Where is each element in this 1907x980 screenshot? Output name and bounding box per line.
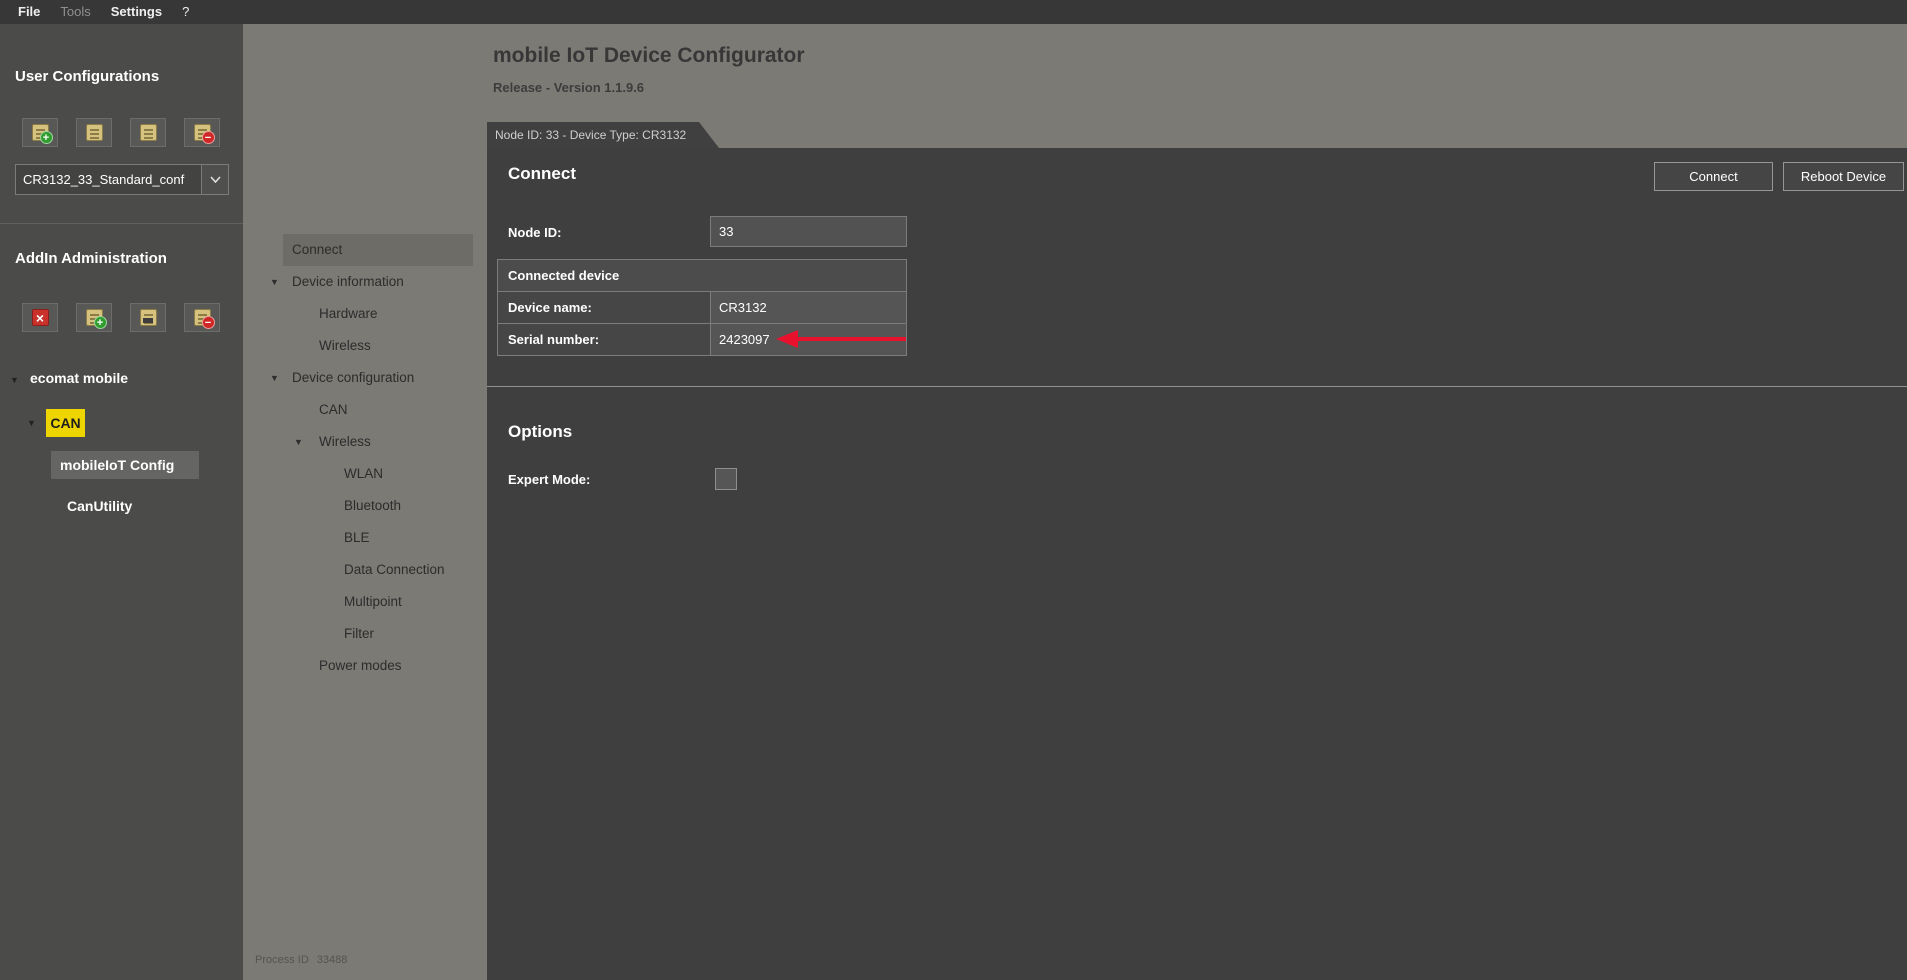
device-name-row: Device name: CR3132 (498, 291, 906, 323)
tree-item-mobileiot-config[interactable]: mobileIoT Config (51, 451, 199, 479)
options-section-title: Options (508, 422, 572, 442)
nav-item-connect[interactable]: Connect (243, 234, 487, 266)
expert-mode-checkbox[interactable] (715, 468, 737, 490)
ecomat-expander-icon[interactable]: ▼ (10, 375, 19, 385)
menu-help[interactable]: ? (172, 0, 199, 24)
close-icon (32, 309, 49, 326)
addin-add-icon (86, 309, 103, 326)
dropdown-chevron-button[interactable] (201, 165, 228, 194)
device-name-value: CR3132 (711, 292, 906, 323)
nav-item-power-modes[interactable]: Power modes (243, 650, 487, 682)
delete-configuration-button[interactable] (184, 118, 220, 147)
config-add-icon (32, 124, 49, 141)
content-area: Connect ▼ Device information Hardware Wi… (243, 24, 1907, 980)
connected-device-group: Connected device Device name: CR3132 Ser… (497, 259, 907, 356)
node-id-input[interactable] (710, 216, 907, 247)
sidebar-divider (0, 223, 243, 224)
addin-card-icon (140, 309, 157, 326)
process-id: Process ID 33488 (255, 954, 355, 966)
nav-item-wlan[interactable]: WLAN (243, 458, 487, 490)
process-id-value: 33488 (317, 954, 348, 966)
can-expander-icon[interactable]: ▼ (27, 418, 36, 428)
add-addin-button[interactable] (76, 303, 112, 332)
nav-item-hardware[interactable]: Hardware (243, 298, 487, 330)
nav-item-wireless-info[interactable]: Wireless (243, 330, 487, 362)
addin-administration-heading: AddIn Administration (15, 250, 167, 267)
user-configurations-heading: User Configurations (15, 68, 159, 85)
reboot-device-button[interactable]: Reboot Device (1783, 162, 1904, 191)
nav-item-device-information[interactable]: ▼ Device information (243, 266, 487, 298)
device-tab[interactable]: Node ID: 33 - Device Type: CR3132 (487, 122, 719, 148)
menu-file[interactable]: File (8, 0, 50, 24)
node-id-label: Node ID: (508, 225, 561, 240)
addin-license-button[interactable] (130, 303, 166, 332)
config-delete-icon (194, 124, 211, 141)
main-panel: Connect Connect Reboot Device Node ID: C… (487, 148, 1907, 980)
section-divider (487, 386, 1907, 387)
nav-item-filter[interactable]: Filter (243, 618, 487, 650)
nav-item-data-connection[interactable]: Data Connection (243, 554, 487, 586)
nav-item-bluetooth[interactable]: Bluetooth (243, 490, 487, 522)
tree-item-canutility[interactable]: CanUtility (67, 498, 132, 514)
remove-addin-button[interactable] (184, 303, 220, 332)
nav-item-device-configuration[interactable]: ▼ Device configuration (243, 362, 487, 394)
nav-item-ble[interactable]: BLE (243, 522, 487, 554)
user-configurations-toolbar (22, 118, 220, 147)
page-subtitle: Release - Version 1.1.9.6 (493, 80, 644, 95)
expert-mode-label: Expert Mode: (508, 472, 590, 487)
config-save-icon (86, 124, 103, 141)
menubar: File Tools Settings ? (0, 0, 1907, 24)
nav-item-wireless-config[interactable]: ▼ Wireless (243, 426, 487, 458)
addin-remove-icon (194, 309, 211, 326)
chevron-down-icon (210, 176, 221, 183)
tree-item-can[interactable]: CAN (46, 409, 85, 437)
device-configuration-expander-icon[interactable]: ▼ (270, 362, 279, 394)
addin-administration-toolbar (22, 303, 220, 332)
configuration-report-button[interactable] (130, 118, 166, 147)
process-id-label: Process ID (255, 954, 309, 966)
tree-item-ecomat-mobile[interactable]: ecomat mobile (30, 370, 128, 386)
nav-item-multipoint[interactable]: Multipoint (243, 586, 487, 618)
close-addin-button[interactable] (22, 303, 58, 332)
connected-device-group-title: Connected device (498, 260, 906, 291)
device-information-expander-icon[interactable]: ▼ (270, 266, 279, 298)
serial-number-value: 2423097 (711, 324, 906, 355)
wireless-expander-icon[interactable]: ▼ (294, 426, 303, 458)
serial-number-row: Serial number: 2423097 (498, 323, 906, 355)
configuration-dropdown[interactable]: CR3132_33_Standard_conf (15, 164, 229, 195)
config-report-icon (140, 124, 157, 141)
configuration-dropdown-value: CR3132_33_Standard_conf (16, 165, 201, 194)
serial-number-label: Serial number: (498, 324, 711, 355)
nav-panel: Connect ▼ Device information Hardware Wi… (243, 24, 487, 980)
device-name-label: Device name: (498, 292, 711, 323)
menu-tools[interactable]: Tools (50, 0, 100, 24)
page-title: mobile IoT Device Configurator (493, 44, 805, 68)
connect-section-title: Connect (508, 164, 576, 184)
new-configuration-button[interactable] (22, 118, 58, 147)
save-configuration-button[interactable] (76, 118, 112, 147)
left-sidebar: User Configurations CR3132_33_Standard_c… (0, 24, 243, 980)
menu-settings[interactable]: Settings (101, 0, 172, 24)
nav-item-can[interactable]: CAN (243, 394, 487, 426)
connect-button[interactable]: Connect (1654, 162, 1773, 191)
